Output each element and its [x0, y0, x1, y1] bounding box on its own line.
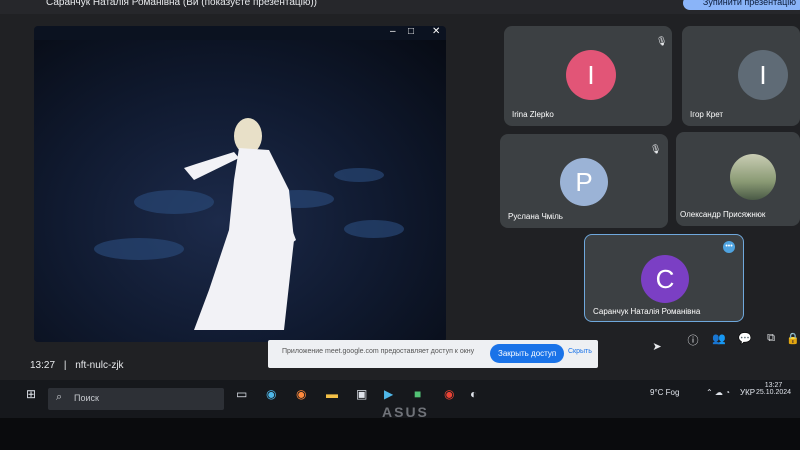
participant-name: Ігор Крет [690, 110, 724, 119]
avatar: I [738, 50, 788, 100]
clock-date: 25.10.2024 [756, 389, 792, 396]
participant-name: Irina Zlepko [512, 110, 554, 119]
media-player-icon[interactable]: ▶ [384, 387, 393, 401]
participant-tile[interactable]: Олександр Присяжнюк [676, 132, 800, 226]
active-app-icon[interactable]: ◐ [470, 387, 477, 401]
activities-icon[interactable]: ⧉ [764, 332, 778, 345]
windows-start-icon[interactable]: ⊞ [26, 387, 36, 401]
chat-icon[interactable]: 💬 [738, 332, 752, 345]
language-indicator[interactable]: УКР [740, 388, 755, 397]
dancer-figure [184, 118, 296, 330]
brand-logo: ASUS [382, 404, 429, 420]
taskbar-search[interactable]: ⌕ Поиск [48, 388, 224, 410]
minimize-icon[interactable]: – [390, 26, 396, 37]
clock-time: 13:27 [764, 382, 783, 389]
participant-tile[interactable]: I 🎙 Irina Zlepko [504, 26, 672, 126]
people-icon[interactable]: 👥 [712, 332, 726, 345]
sharing-notification: Приложение meet.google.com предоставляет… [268, 340, 598, 368]
search-placeholder: Поиск [74, 393, 99, 403]
task-view-icon[interactable]: ▭ [236, 387, 247, 401]
presentation-video[interactable] [34, 40, 446, 342]
avatar: P [560, 158, 608, 206]
participant-tile[interactable]: P 🎙 Руслана Чміль [500, 134, 668, 228]
participant-tile[interactable]: I Ігор Крет [682, 26, 800, 126]
screen: Саранчук Наталія Романівна (Ви (показуєт… [0, 0, 800, 418]
file-explorer-icon[interactable]: ▬ [326, 387, 338, 401]
presentation-stage: – □ ✕ [34, 26, 446, 342]
participant-tile-active[interactable]: C ••• Саранчук Наталія Романівна [584, 234, 744, 322]
notification-text: Приложение meet.google.com предоставляет… [282, 348, 475, 355]
cursor-icon: ➤ [652, 341, 662, 353]
stop-sharing-button[interactable]: Закрыть доступ [490, 344, 565, 363]
chrome-icon[interactable]: ◉ [444, 387, 454, 401]
store-icon[interactable]: ▣ [356, 387, 367, 401]
hide-button[interactable]: Скрыть [568, 348, 592, 355]
more-options-icon[interactable]: ••• [723, 241, 735, 253]
weather-indicator[interactable]: 9°C Fog [650, 388, 679, 397]
avatar-photo [730, 154, 776, 200]
meeting-code: nft-nulc-zjk [75, 360, 124, 371]
window-title-bar: Саранчук Наталія Романівна (Ви (показуєт… [0, 0, 800, 14]
search-icon: ⌕ [56, 391, 63, 403]
mic-off-icon: 🎙 [656, 36, 668, 46]
tray-icons[interactable]: ⌃ ☁ ◔ [706, 388, 730, 397]
avatar: I [566, 50, 616, 100]
app-icon[interactable]: ■ [414, 387, 421, 401]
mic-off-icon: 🎙 [650, 144, 662, 154]
info-icon[interactable]: ⓘ [686, 332, 700, 348]
meeting-details: 13:27 | nft-nulc-zjk [30, 360, 124, 371]
avatar: C [641, 255, 689, 303]
participant-name: Руслана Чміль [508, 212, 563, 221]
meeting-time: 13:27 [30, 360, 56, 371]
window-title: Саранчук Наталія Романівна (Ви (показуєт… [46, 0, 318, 8]
lock-icon[interactable]: 🔒 [786, 332, 800, 345]
participant-name: Олександр Присяжнюк [680, 210, 766, 219]
maximize-icon[interactable]: □ [408, 26, 414, 37]
firefox-icon[interactable]: ◉ [296, 387, 306, 401]
laptop-bezel [0, 418, 800, 450]
edge-icon[interactable]: ◉ [266, 387, 276, 401]
clock[interactable]: 13:27 25.10.2024 [756, 382, 791, 396]
meeting-separator: | [63, 360, 67, 371]
participant-name: Саранчук Наталія Романівна [593, 307, 701, 316]
close-icon[interactable]: ✕ [432, 26, 440, 37]
stop-presenting-button[interactable]: Зупинити презентацію [682, 0, 800, 10]
